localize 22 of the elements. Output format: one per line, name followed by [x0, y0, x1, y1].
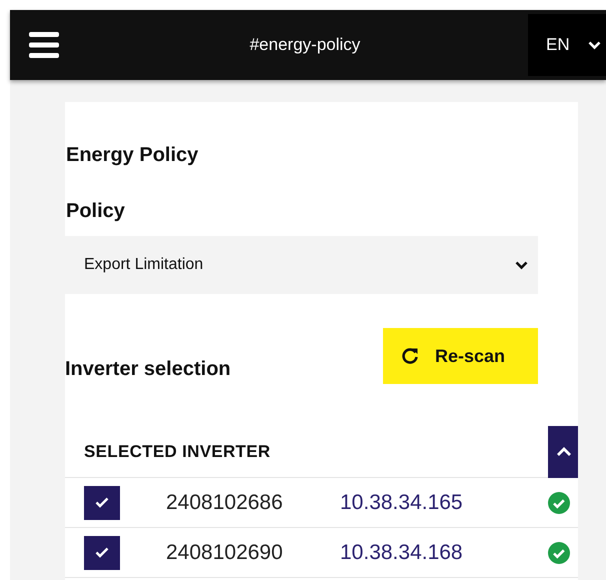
checkbox[interactable]: [84, 486, 120, 520]
caret-icon: [588, 40, 601, 50]
menu-icon: [29, 32, 59, 58]
check-icon: [95, 547, 109, 558]
rescan-button[interactable]: Re-scan: [383, 328, 538, 384]
checkbox[interactable]: [84, 536, 120, 570]
field-label: Policy: [66, 199, 126, 224]
collapse-button[interactable]: [548, 426, 578, 478]
card-title: Energy Policy: [66, 143, 200, 168]
policy-select[interactable]: Export Limitation: [65, 236, 538, 294]
check-icon: [95, 497, 109, 508]
caret-icon: [515, 260, 528, 270]
section-title: Inverter selection: [65, 357, 231, 382]
column-header: SELECTED INVERTER: [83, 440, 270, 463]
language-select[interactable]: EN: [528, 14, 606, 76]
caret-up-icon: [556, 446, 572, 456]
ip-address-link[interactable]: 10.38.34.165: [340, 486, 463, 518]
refresh-icon: [401, 347, 419, 365]
page-title: #energy-policy: [248, 34, 362, 56]
ip-address-link[interactable]: 10.38.34.168: [340, 536, 463, 568]
serial-number: 2408102690: [166, 540, 284, 566]
serial-number: 2408102686: [166, 490, 284, 516]
